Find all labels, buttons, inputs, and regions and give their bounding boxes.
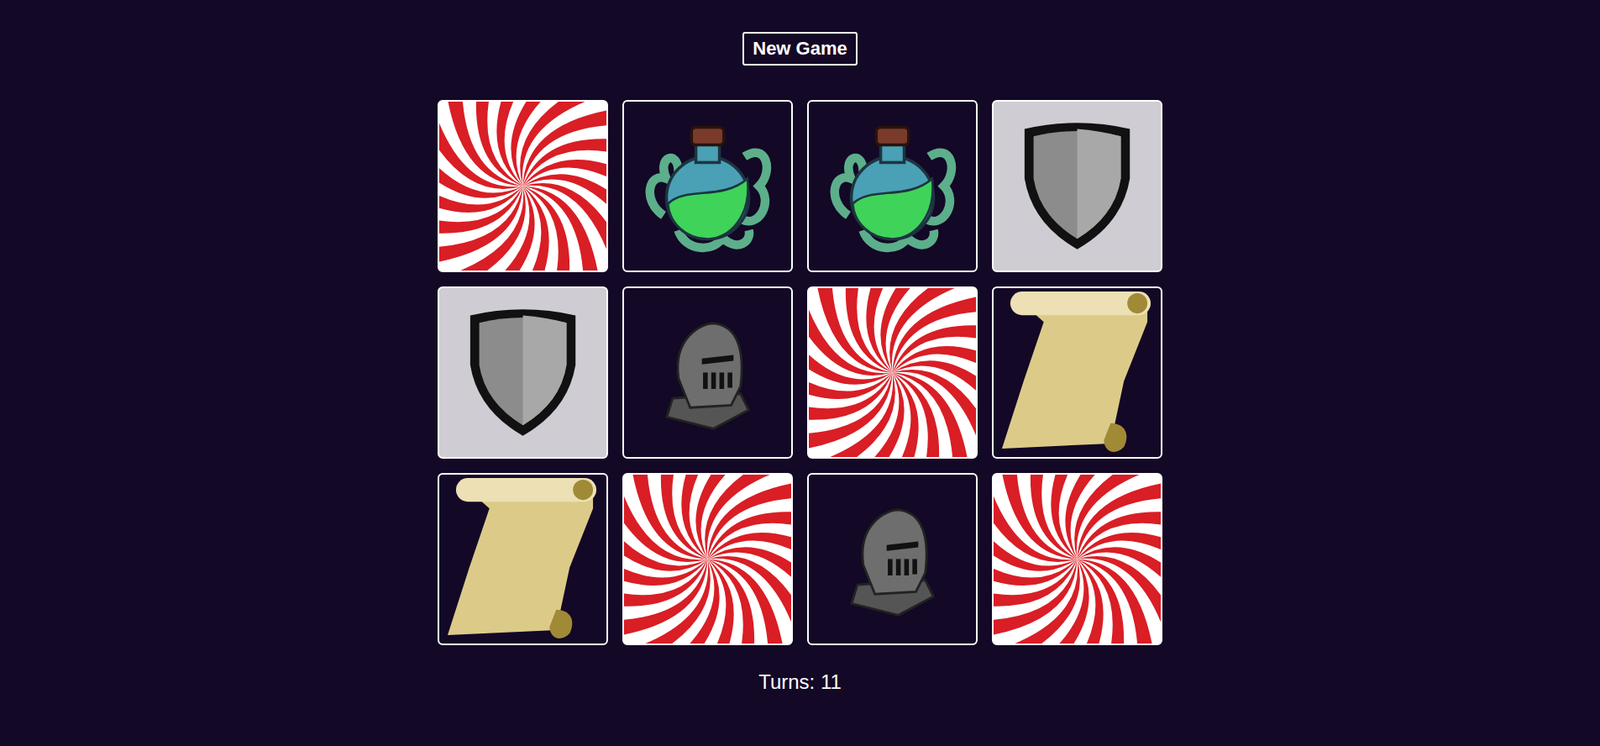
card[interactable] [807, 286, 978, 459]
shield-icon [447, 296, 599, 449]
potion-icon [818, 106, 966, 266]
card-grid [437, 99, 1163, 646]
swirl-icon [993, 474, 1161, 644]
swirl-icon [439, 101, 607, 271]
card[interactable] [622, 99, 793, 273]
scroll-icon [439, 474, 607, 644]
shield-icon [1001, 110, 1153, 263]
card[interactable] [807, 99, 978, 273]
turns-counter: Turns: 11 [758, 666, 842, 698]
card[interactable] [807, 472, 978, 646]
swirl-icon [808, 288, 976, 457]
card[interactable] [622, 472, 793, 646]
new-game-button[interactable]: New Game [742, 31, 858, 66]
card[interactable] [437, 472, 609, 646]
helmet-icon [649, 296, 766, 449]
card[interactable] [622, 286, 793, 459]
card[interactable] [437, 286, 609, 459]
scroll-icon [993, 288, 1161, 457]
card[interactable] [991, 99, 1163, 273]
potion-icon [634, 106, 782, 266]
card[interactable] [991, 472, 1163, 646]
card[interactable] [991, 286, 1163, 459]
swirl-icon [624, 474, 792, 644]
card[interactable] [437, 99, 609, 273]
game: New Game Turns: 11 [0, 0, 1600, 698]
helmet-icon [834, 482, 951, 635]
